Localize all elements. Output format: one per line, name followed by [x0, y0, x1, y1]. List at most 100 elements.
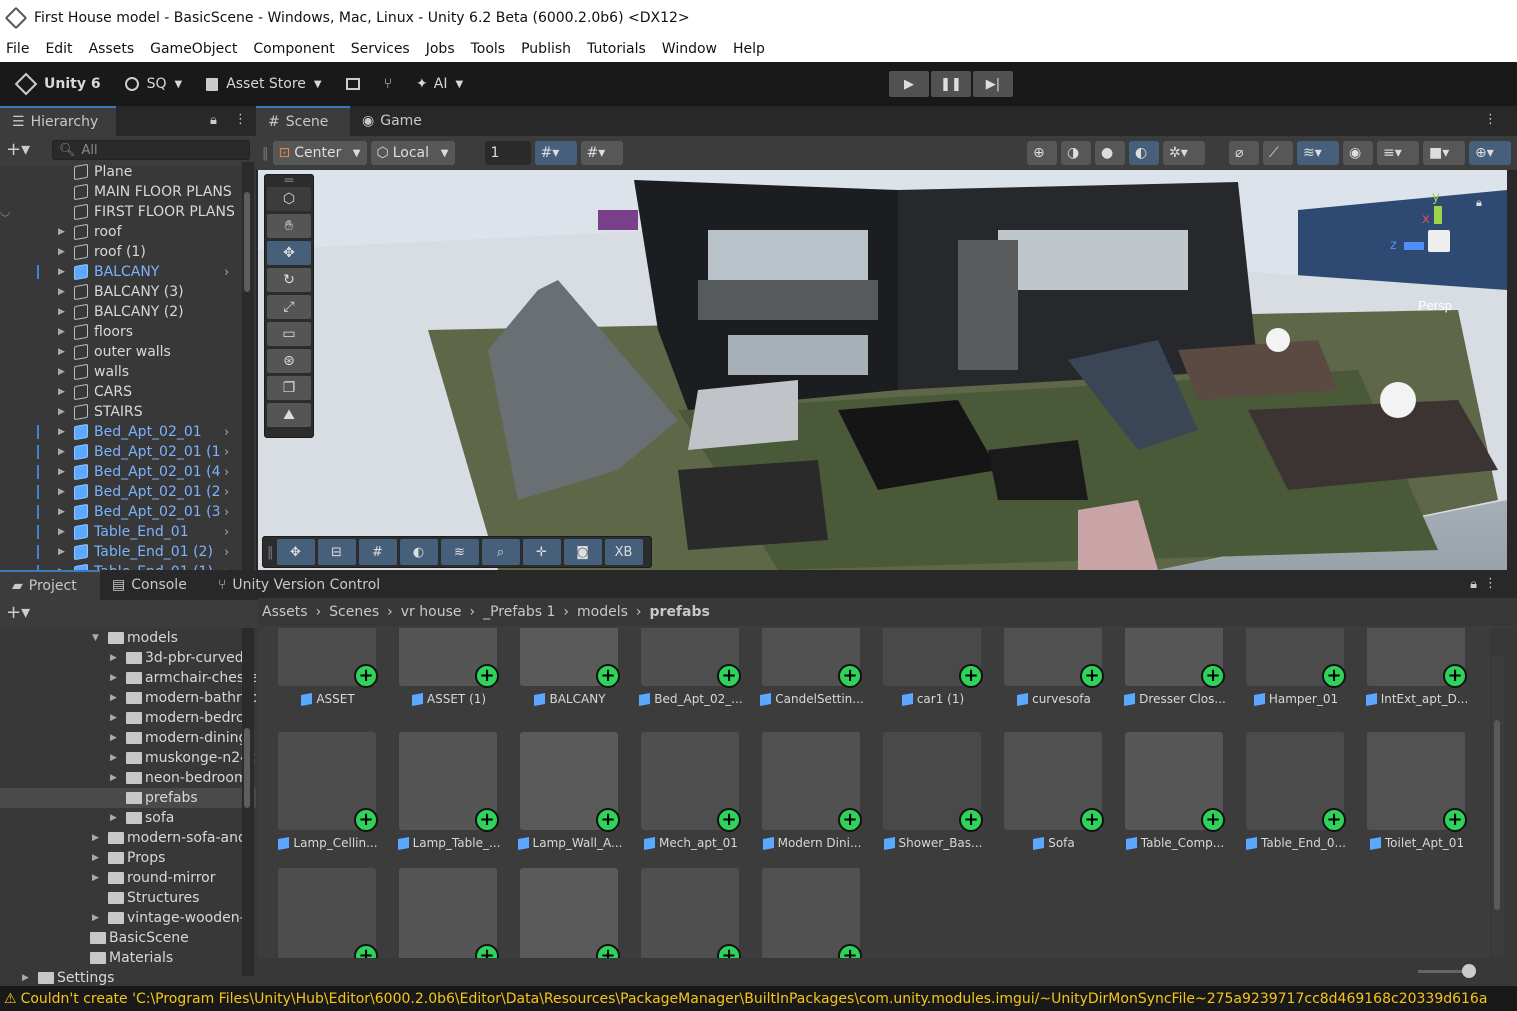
asset-tile[interactable]: + Hamper_01: [1226, 628, 1346, 718]
hierarchy-item[interactable]: ▶ Bed_Apt_02_01 (3 ›: [0, 502, 240, 522]
project-folder-item[interactable]: ▶ modern-bedroo: [0, 708, 256, 728]
lock-icon[interactable]: 🔒︎: [210, 113, 217, 128]
add-prefab-icon[interactable]: +: [717, 664, 741, 688]
expand-arrow-icon[interactable]: ▶: [58, 267, 65, 277]
hierarchy-item[interactable]: ▶ Bed_Apt_02_01 (1 ›: [0, 442, 240, 462]
expand-arrow-icon[interactable]: ▶: [58, 407, 65, 417]
hierarchy-item[interactable]: ▶ Bed_Apt_02_01 (4 ›: [0, 462, 240, 482]
rect-tool-button[interactable]: ▭: [267, 322, 311, 346]
align-button[interactable]: ⊟: [317, 539, 356, 565]
expand-arrow-icon[interactable]: ▶: [110, 813, 117, 823]
transform-tool-button[interactable]: ⊛: [267, 349, 311, 373]
asset-tile[interactable]: + Table_End_0...: [1226, 732, 1346, 862]
grid-snap-button[interactable]: #▾: [534, 141, 577, 165]
space-dropdown[interactable]: ⬡ Local ▼: [370, 141, 455, 165]
hierarchy-item[interactable]: ▶ roof: [0, 222, 240, 242]
expand-arrow-icon[interactable]: ▶: [92, 853, 99, 863]
expand-arrow-icon[interactable]: ▶: [22, 973, 29, 983]
project-folder-item[interactable]: BasicScene: [0, 928, 256, 948]
status-bar[interactable]: ⚠ Couldn't create 'C:\Program Files\Unit…: [0, 986, 1517, 1011]
add-prefab-icon[interactable]: +: [1443, 664, 1467, 688]
search-overlay-button[interactable]: ⌕: [481, 539, 520, 565]
breadcrumb-prefabs[interactable]: prefabs: [650, 604, 710, 620]
expand-arrow-icon[interactable]: ▶: [58, 387, 65, 397]
expand-arrow-icon[interactable]: ▶: [58, 547, 65, 557]
tab-version-control[interactable]: ⑂ Unity Version Control: [206, 570, 396, 600]
view-cube-button[interactable]: ⬡: [267, 187, 311, 211]
hierarchy-item[interactable]: ▶ Bed_Apt_02_01 (2 ›: [0, 482, 240, 502]
gizmo-cube[interactable]: [1428, 230, 1450, 252]
asset-tile[interactable]: +: [621, 868, 741, 958]
step-button[interactable]: ▶|: [973, 71, 1013, 97]
rotate-tool-button[interactable]: ↻: [267, 268, 311, 292]
scroll-thumb[interactable]: [244, 192, 250, 292]
pivot-dropdown[interactable]: ⊡ Center ▼: [272, 141, 367, 165]
asset-tile[interactable]: + Mech_apt_01: [621, 732, 741, 862]
open-prefab-chevron-icon[interactable]: ›: [224, 525, 229, 540]
hierarchy-item[interactable]: ▶ CARS: [0, 382, 240, 402]
hierarchy-search-input[interactable]: 🔍︎ All: [52, 140, 250, 160]
gizmo-z-axis[interactable]: z: [1390, 238, 1397, 253]
open-prefab-chevron-icon[interactable]: ›: [224, 445, 229, 460]
visibility-button[interactable]: ◉: [1343, 141, 1373, 165]
add-prefab-icon[interactable]: +: [596, 664, 620, 688]
tab-console[interactable]: ▤ Console: [100, 570, 206, 600]
menu-jobs[interactable]: Jobs: [420, 41, 461, 57]
add-prefab-icon[interactable]: +: [1201, 664, 1225, 688]
add-icon[interactable]: +▾: [6, 602, 30, 623]
grid-size-input[interactable]: 1: [484, 141, 531, 165]
menu-window[interactable]: Window: [656, 41, 723, 57]
account-dropdown[interactable]: SQ ▼: [119, 70, 189, 98]
asset-tile[interactable]: + Table_Comp...: [1105, 732, 1225, 862]
hierarchy-item[interactable]: ▶ walls: [0, 362, 240, 382]
lit-button[interactable]: ◐: [1129, 141, 1159, 165]
asset-tile[interactable]: + Bed_Apt_02_...: [621, 628, 743, 718]
project-folder-item[interactable]: ▶ round-mirror: [0, 868, 256, 888]
package-button[interactable]: [340, 70, 366, 98]
gizmo-lock-icon[interactable]: 🔒︎: [1476, 196, 1482, 210]
asset-tile[interactable]: + IntExt_apt_D...: [1347, 628, 1468, 718]
expand-arrow-icon[interactable]: ▶: [58, 447, 65, 457]
play-button[interactable]: ▶: [889, 71, 929, 97]
project-folder-item[interactable]: prefabs: [0, 788, 256, 808]
scroll-thumb[interactable]: [1494, 720, 1500, 910]
add-prefab-icon[interactable]: +: [1322, 664, 1346, 688]
gizmo-x-axis[interactable]: x: [1422, 212, 1430, 227]
zoom-slider-handle[interactable]: [1462, 964, 1476, 978]
asset-tile[interactable]: + curvesofa: [984, 628, 1104, 718]
add-prefab-icon[interactable]: +: [717, 808, 741, 832]
hierarchy-item[interactable]: ▶ Table_End_01 (2) ›: [0, 542, 240, 562]
expand-arrow-icon[interactable]: ▶: [110, 713, 117, 723]
add-prefab-icon[interactable]: +: [1443, 808, 1467, 832]
open-prefab-chevron-icon[interactable]: ›: [224, 425, 229, 440]
add-prefab-icon[interactable]: +: [475, 664, 499, 688]
expand-arrow-icon[interactable]: ▶: [110, 773, 117, 783]
add-prefab-icon[interactable]: +: [838, 808, 862, 832]
hierarchy-item[interactable]: ▶ STAIRS: [0, 402, 240, 422]
expand-arrow-icon[interactable]: ▶: [92, 913, 99, 923]
pause-button[interactable]: ❚❚: [931, 71, 971, 97]
expand-arrow-icon[interactable]: ▶: [58, 347, 65, 357]
expand-arrow-icon[interactable]: ▶: [58, 247, 65, 257]
breadcrumb-vr-house[interactable]: vr house: [401, 604, 462, 620]
shaded-wire-button[interactable]: ◑: [1061, 141, 1091, 165]
expand-arrow-icon[interactable]: ▶: [110, 673, 117, 683]
asset-tile[interactable]: + ASSET: [258, 628, 378, 718]
project-folder-item[interactable]: ▶ 3d-pbr-curved-: [0, 648, 256, 668]
more-menu-icon[interactable]: ⋮: [1484, 112, 1497, 127]
add-prefab-icon[interactable]: +: [596, 808, 620, 832]
menu-file[interactable]: File: [0, 41, 35, 57]
breadcrumb-assets[interactable]: Assets: [262, 604, 308, 620]
version-control-button[interactable]: ⑂: [378, 70, 398, 98]
add-icon[interactable]: +▾: [6, 139, 30, 160]
project-folder-item[interactable]: ▼ models: [0, 628, 256, 648]
lighting-button[interactable]: ◐: [399, 539, 438, 565]
expand-arrow-icon[interactable]: ▶: [110, 753, 117, 763]
tab-project[interactable]: ▰ Project: [0, 570, 100, 600]
global-view-button[interactable]: ⊕: [1027, 141, 1057, 165]
more-menu-icon[interactable]: ⋮: [234, 112, 247, 127]
ai-dropdown[interactable]: ✦ AI ▼: [410, 70, 469, 98]
expand-arrow-icon[interactable]: ▶: [58, 507, 65, 517]
xb-button[interactable]: XB: [604, 539, 643, 565]
hierarchy-item[interactable]: ▶ roof (1): [0, 242, 240, 262]
